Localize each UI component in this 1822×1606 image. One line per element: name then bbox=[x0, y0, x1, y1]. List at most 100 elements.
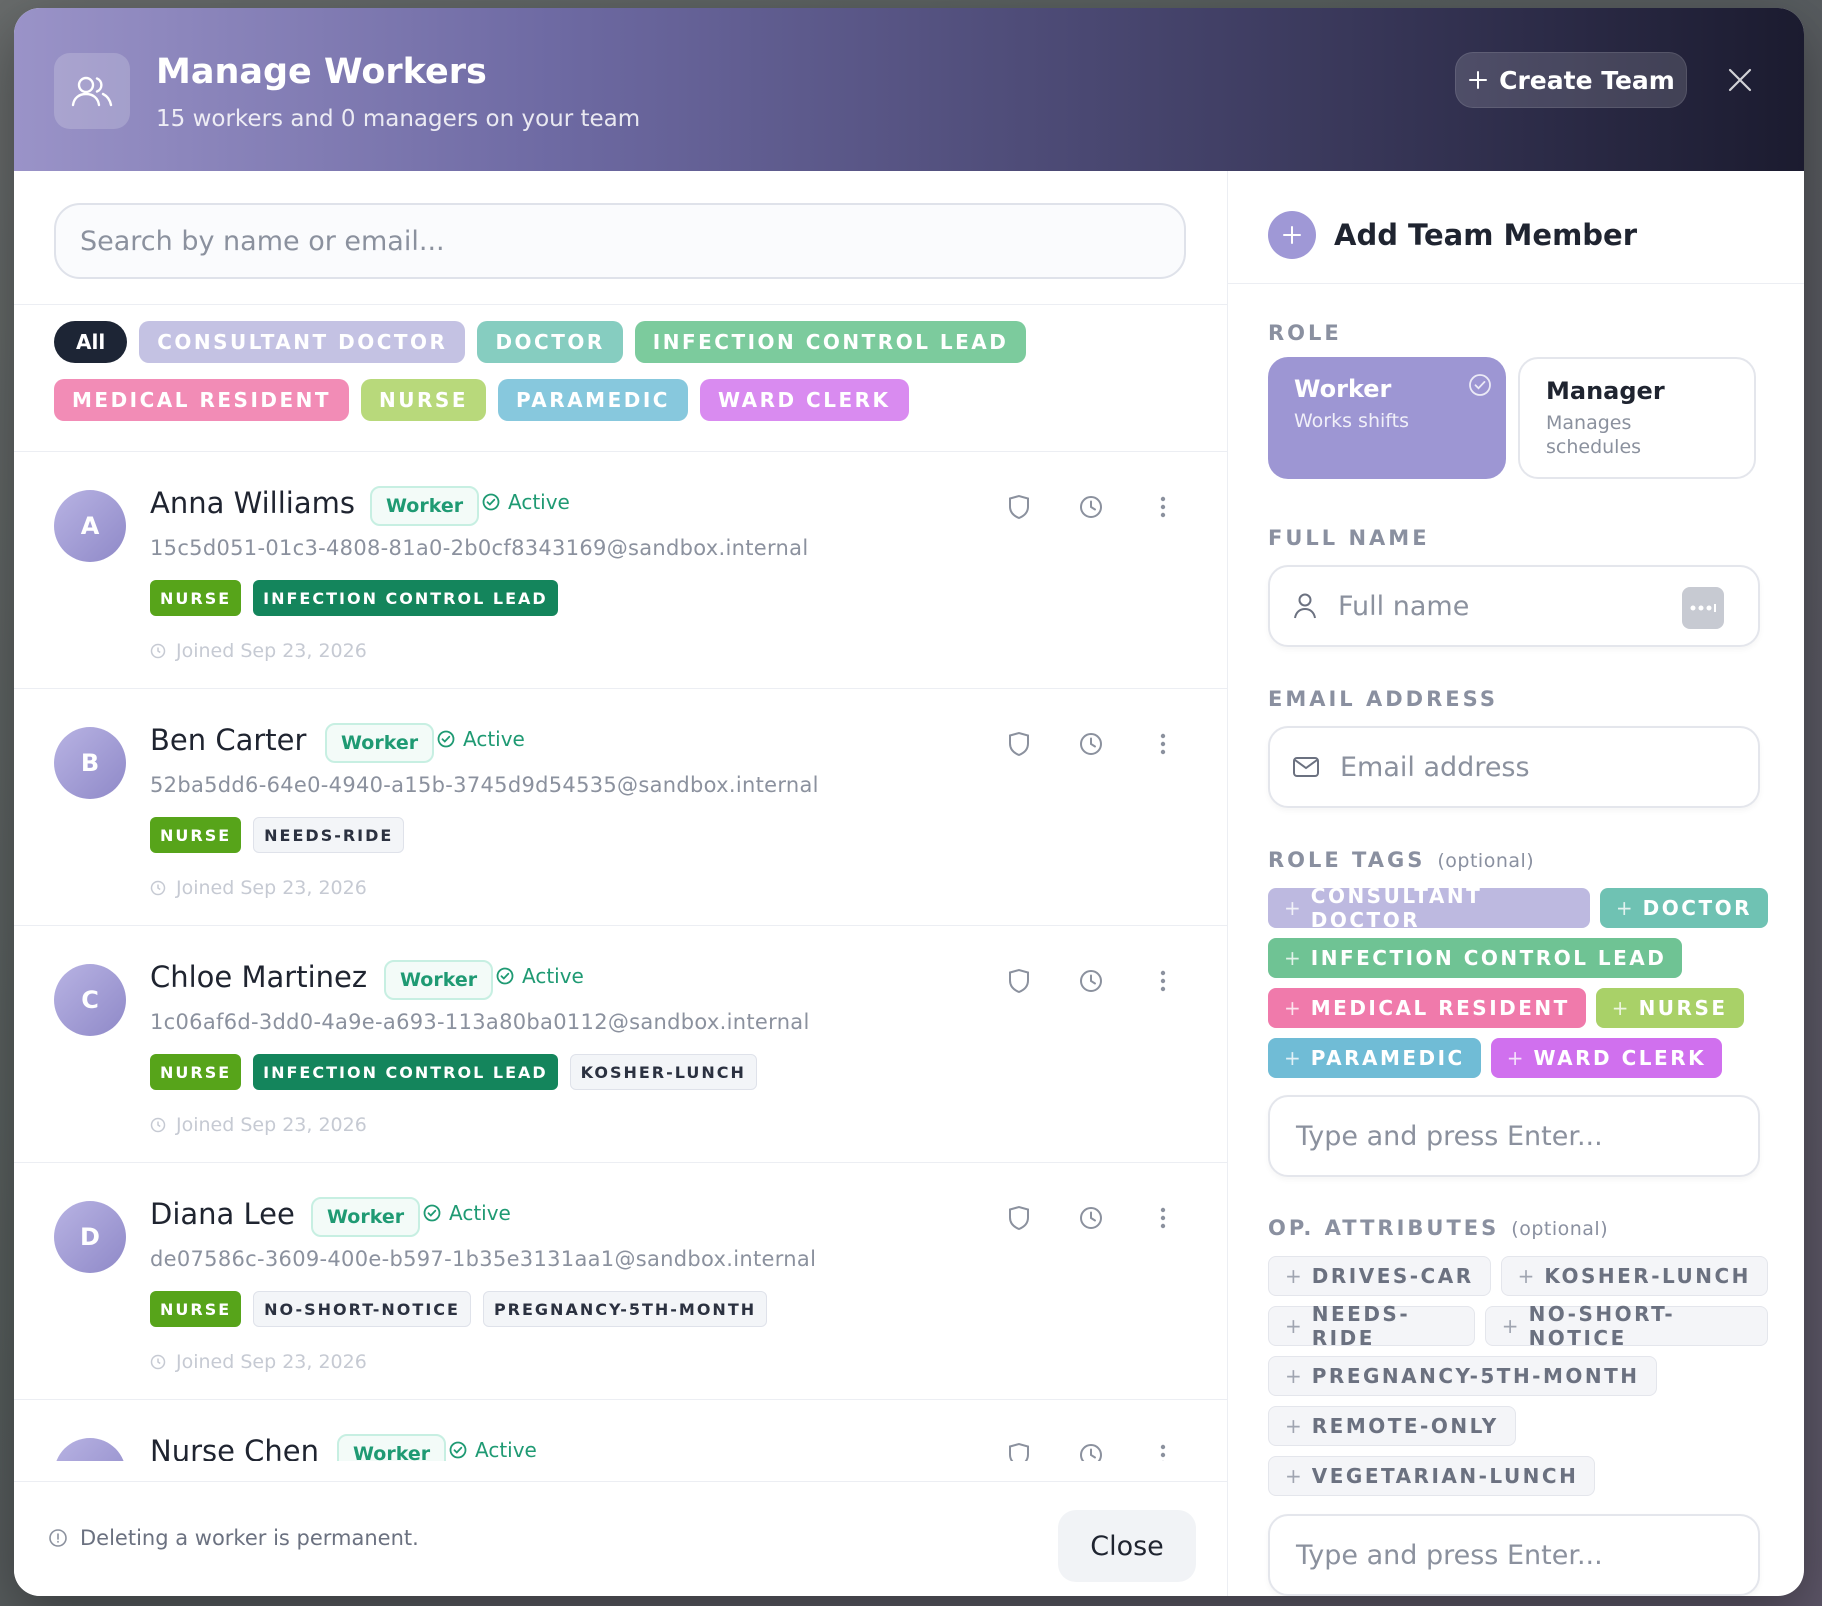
joined-date: Joined Sep 23, 2026 bbox=[150, 640, 367, 662]
filter-chip-consultant-doctor[interactable]: CONSULTANT DOCTOR bbox=[139, 321, 466, 363]
divider bbox=[1228, 283, 1804, 284]
tag-nurse: NURSE bbox=[150, 1291, 242, 1327]
filter-chip-nurse[interactable]: NURSE bbox=[361, 379, 486, 421]
add-member-header: Add Team Member bbox=[1268, 211, 1637, 259]
role-option-manager[interactable]: Manager Manages schedules bbox=[1518, 357, 1756, 479]
worker-email: 1c06af6d-3dd0-4a9e-a693-113a80ba0112@san… bbox=[150, 1010, 810, 1034]
role-tag-nurse[interactable]: + NURSE bbox=[1595, 988, 1744, 1028]
tag-no-short-notice: NO-SHORT-NOTICE bbox=[253, 1291, 471, 1327]
filter-chip-all[interactable]: All bbox=[54, 321, 128, 363]
op-attr-pregnancy-5th-month[interactable]: + PREGNANCY-5TH-MONTH bbox=[1268, 1356, 1657, 1396]
clock-icon bbox=[150, 1117, 166, 1133]
avatar: A bbox=[54, 490, 126, 562]
role-tag-doctor[interactable]: + DOCTOR bbox=[1599, 888, 1768, 928]
clock-icon bbox=[150, 1354, 166, 1370]
avatar: D bbox=[54, 1201, 126, 1273]
shield-icon[interactable] bbox=[1004, 492, 1034, 522]
modal-header: Manage Workers 15 workers and 0 managers… bbox=[14, 8, 1804, 171]
joined-date: Joined Sep 23, 2026 bbox=[150, 1351, 367, 1373]
search-input[interactable] bbox=[54, 203, 1186, 279]
shield-icon[interactable] bbox=[1004, 1440, 1034, 1461]
op-attr-no-short-notice[interactable]: + NO-SHORT-NOTICE bbox=[1484, 1302, 1768, 1350]
more-vertical-icon[interactable] bbox=[1148, 492, 1178, 522]
role-tag-paramedic[interactable]: + PARAMEDIC bbox=[1268, 1038, 1481, 1078]
manage-workers-modal: Manage Workers 15 workers and 0 managers… bbox=[14, 8, 1804, 1596]
worker-tags: NURSE INFECTION CONTROL LEAD KOSHER-LUNC… bbox=[150, 1054, 757, 1090]
create-team-button[interactable]: Create Team bbox=[1455, 52, 1687, 108]
worker-row[interactable]: B Ben Carter Worker Active 52ba5dd6-64e0… bbox=[14, 688, 1227, 925]
more-horizontal-icon[interactable] bbox=[1682, 587, 1724, 629]
more-vertical-icon[interactable] bbox=[1148, 966, 1178, 996]
clock-icon[interactable] bbox=[1076, 492, 1106, 522]
role-tags-picker: + CONSULTANT DOCTOR + DOCTOR + INFECTION CO… bbox=[1268, 884, 1768, 1088]
worker-row[interactable]: N Nurse Chen Worker Active bbox=[14, 1399, 1227, 1461]
op-attr-kosher-lunch[interactable]: + KOSHER-LUNCH bbox=[1500, 1256, 1768, 1296]
divider bbox=[14, 304, 1227, 305]
role-badge: Worker bbox=[325, 723, 435, 763]
avatar: C bbox=[54, 964, 126, 1036]
op-attr-remote-only[interactable]: + REMOTE-ONLY bbox=[1268, 1406, 1516, 1446]
modal-subtitle: 15 workers and 0 managers on your team bbox=[156, 106, 641, 132]
op-attr-needs-ride[interactable]: + NEEDS-RIDE bbox=[1268, 1302, 1475, 1350]
worker-row[interactable]: C Chloe Martinez Worker Active 1c06af6d-… bbox=[14, 925, 1227, 1162]
worker-row[interactable]: D Diana Lee Worker Active de07586c-3609-… bbox=[14, 1162, 1227, 1399]
close-button[interactable]: Close bbox=[1058, 1510, 1196, 1582]
role-tag-consultant-doctor[interactable]: + CONSULTANT DOCTOR bbox=[1268, 884, 1590, 932]
modal-footer: Deleting a worker is permanent. Close bbox=[14, 1481, 1227, 1596]
row-actions bbox=[1004, 729, 1178, 759]
worker-name: Ben Carter bbox=[150, 723, 307, 757]
close-icon[interactable] bbox=[1718, 58, 1762, 102]
add-member-title: Add Team Member bbox=[1334, 218, 1638, 252]
tag-nurse: NURSE bbox=[150, 1054, 242, 1090]
plus-icon bbox=[1268, 211, 1316, 259]
role-tag-medical-resident[interactable]: + MEDICAL RESIDENT bbox=[1268, 988, 1586, 1028]
role-tag-infection-control-lead[interactable]: + INFECTION CONTROL LEAD bbox=[1268, 938, 1683, 978]
tag-pregnancy-5th-month: PREGNANCY-5TH-MONTH bbox=[482, 1291, 768, 1327]
check-circle-icon bbox=[482, 493, 500, 511]
row-actions bbox=[1004, 966, 1178, 996]
more-vertical-icon[interactable] bbox=[1148, 1440, 1178, 1461]
role-tag-input[interactable]: Type and press Enter... bbox=[1268, 1095, 1760, 1177]
worker-row[interactable]: A Anna Williams Worker Active 15c5d051-0… bbox=[14, 451, 1227, 688]
filter-chip-ward-clerk[interactable]: WARD CLERK bbox=[699, 379, 909, 421]
worker-tags: NURSE NEEDS-RIDE bbox=[150, 817, 405, 853]
worker-email: 52ba5dd6-64e0-4940-a15b-3745d9d54535@san… bbox=[150, 773, 819, 797]
shield-icon[interactable] bbox=[1004, 966, 1034, 996]
status-badge: Active bbox=[482, 490, 570, 514]
more-vertical-icon[interactable] bbox=[1148, 729, 1178, 759]
full-name-field[interactable]: Full name bbox=[1268, 565, 1760, 647]
filter-chip-doctor[interactable]: DOCTOR bbox=[477, 321, 623, 363]
role-option-worker[interactable]: Worker Works shifts bbox=[1268, 357, 1506, 479]
clock-icon[interactable] bbox=[1076, 966, 1106, 996]
role-badge: Worker bbox=[370, 486, 480, 526]
row-actions bbox=[1004, 492, 1178, 522]
role-label: ROLE bbox=[1268, 321, 1342, 345]
full-name-label: FULL NAME bbox=[1268, 526, 1430, 550]
shield-icon[interactable] bbox=[1004, 729, 1034, 759]
filter-chip-medical-resident[interactable]: MEDICAL RESIDENT bbox=[54, 379, 350, 421]
role-tag-ward-clerk[interactable]: + WARD CLERK bbox=[1490, 1038, 1723, 1078]
worker-tags: NURSE NO-SHORT-NOTICE PREGNANCY-5TH-MONT… bbox=[150, 1291, 768, 1327]
clock-icon bbox=[150, 643, 166, 659]
worker-name: Diana Lee bbox=[150, 1197, 295, 1231]
tag-infection-control-lead: INFECTION CONTROL LEAD bbox=[253, 1054, 558, 1090]
clock-icon bbox=[150, 880, 166, 896]
worker-tags: NURSE INFECTION CONTROL LEAD bbox=[150, 580, 558, 616]
op-attr-drives-car[interactable]: + DRIVES-CAR bbox=[1268, 1256, 1491, 1296]
tag-nurse: NURSE bbox=[150, 817, 242, 853]
op-attributes-picker: + DRIVES-CAR + KOSHER-LUNCH + NEEDS-RIDE + N… bbox=[1268, 1256, 1768, 1506]
op-attribute-input[interactable]: Type and press Enter... bbox=[1268, 1514, 1760, 1596]
user-icon bbox=[1294, 593, 1316, 619]
op-attr-vegetarian-lunch[interactable]: + VEGETARIAN-LUNCH bbox=[1268, 1456, 1596, 1496]
row-actions bbox=[1004, 1203, 1178, 1233]
email-field[interactable]: Email address bbox=[1268, 726, 1760, 808]
clock-icon[interactable] bbox=[1076, 1203, 1106, 1233]
filter-chip-paramedic[interactable]: PARAMEDIC bbox=[497, 379, 688, 421]
role-badge: Worker bbox=[337, 1434, 447, 1461]
worker-email: de07586c-3609-400e-b597-1b35e3131aa1@san… bbox=[150, 1247, 817, 1271]
more-vertical-icon[interactable] bbox=[1148, 1203, 1178, 1233]
clock-icon[interactable] bbox=[1076, 729, 1106, 759]
filter-chip-infection-control-lead[interactable]: INFECTION CONTROL LEAD bbox=[634, 321, 1027, 363]
clock-icon[interactable] bbox=[1076, 1440, 1106, 1461]
shield-icon[interactable] bbox=[1004, 1203, 1034, 1233]
